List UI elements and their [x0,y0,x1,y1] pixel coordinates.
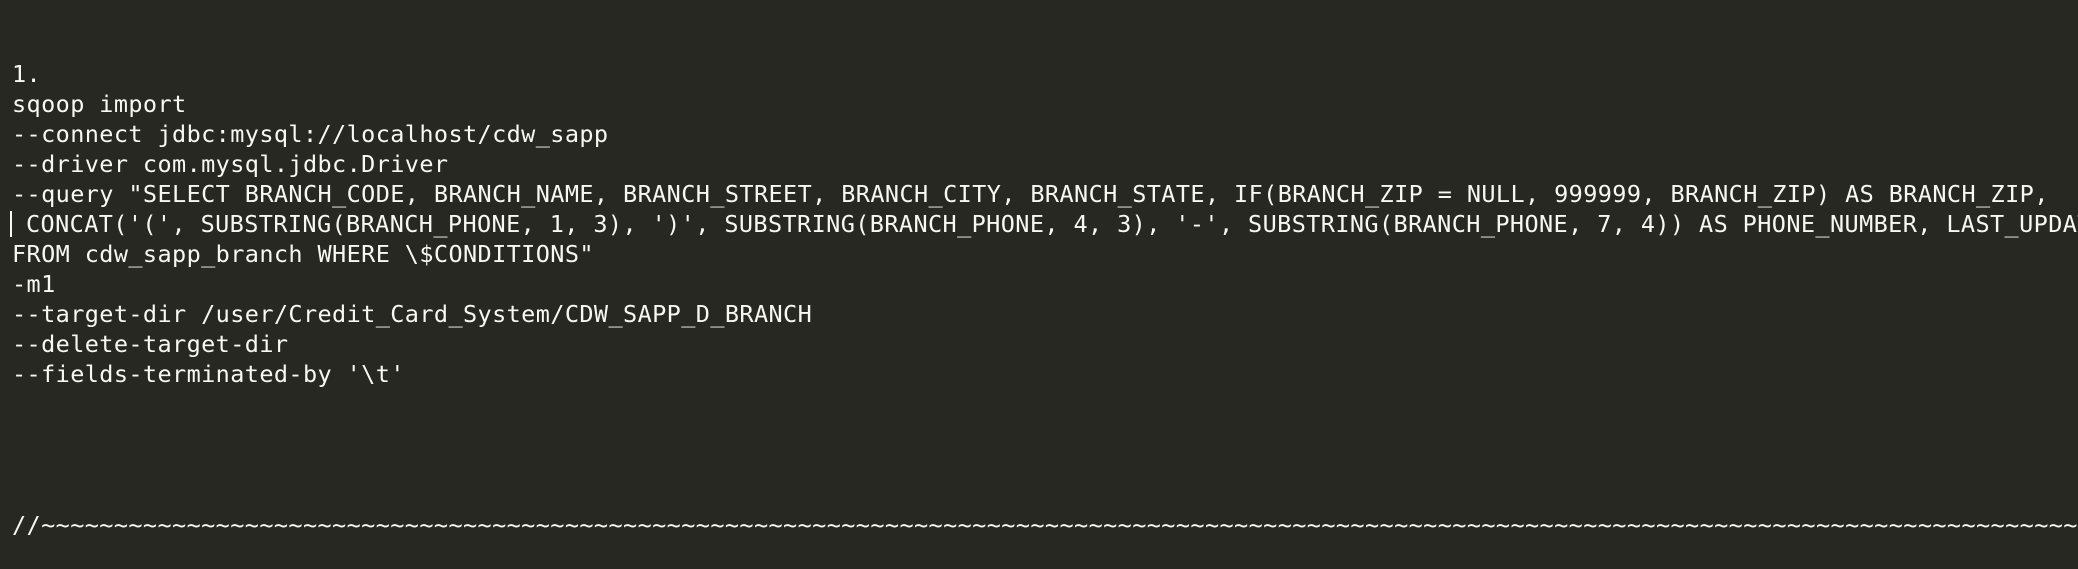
code-editor[interactable]: 1. sqoop import --connect jdbc:mysql://l… [0,0,2078,569]
code-line-5[interactable]: --query "SELECT BRANCH_CODE, BRANCH_NAME… [12,179,2049,209]
code-line-4[interactable]: --driver com.mysql.jdbc.Driver [12,149,448,179]
text-cursor [10,211,12,237]
code-line-2[interactable]: sqoop import [12,89,187,119]
code-line-7[interactable]: FROM cdw_sapp_branch WHERE \$CONDITIONS" [12,239,594,269]
code-line-6[interactable]: CONCAT('(', SUBSTRING(BRANCH_PHONE, 1, 3… [26,209,2078,239]
code-line-3[interactable]: --connect jdbc:mysql://localhost/cdw_sap… [12,119,608,149]
code-line-10[interactable]: --delete-target-dir [12,329,288,359]
code-line-1[interactable]: 1. [12,59,41,89]
code-line-11[interactable]: --fields-terminated-by '\t' [12,359,405,389]
code-line-8[interactable]: -m1 [12,269,56,299]
code-line-9[interactable]: --target-dir /user/Credit_Card_System/CD… [12,299,812,329]
comment-divider-line[interactable]: //~~~~~~~~~~~~~~~~~~~~~~~~~~~~~~~~~~~~~~… [12,510,2078,540]
